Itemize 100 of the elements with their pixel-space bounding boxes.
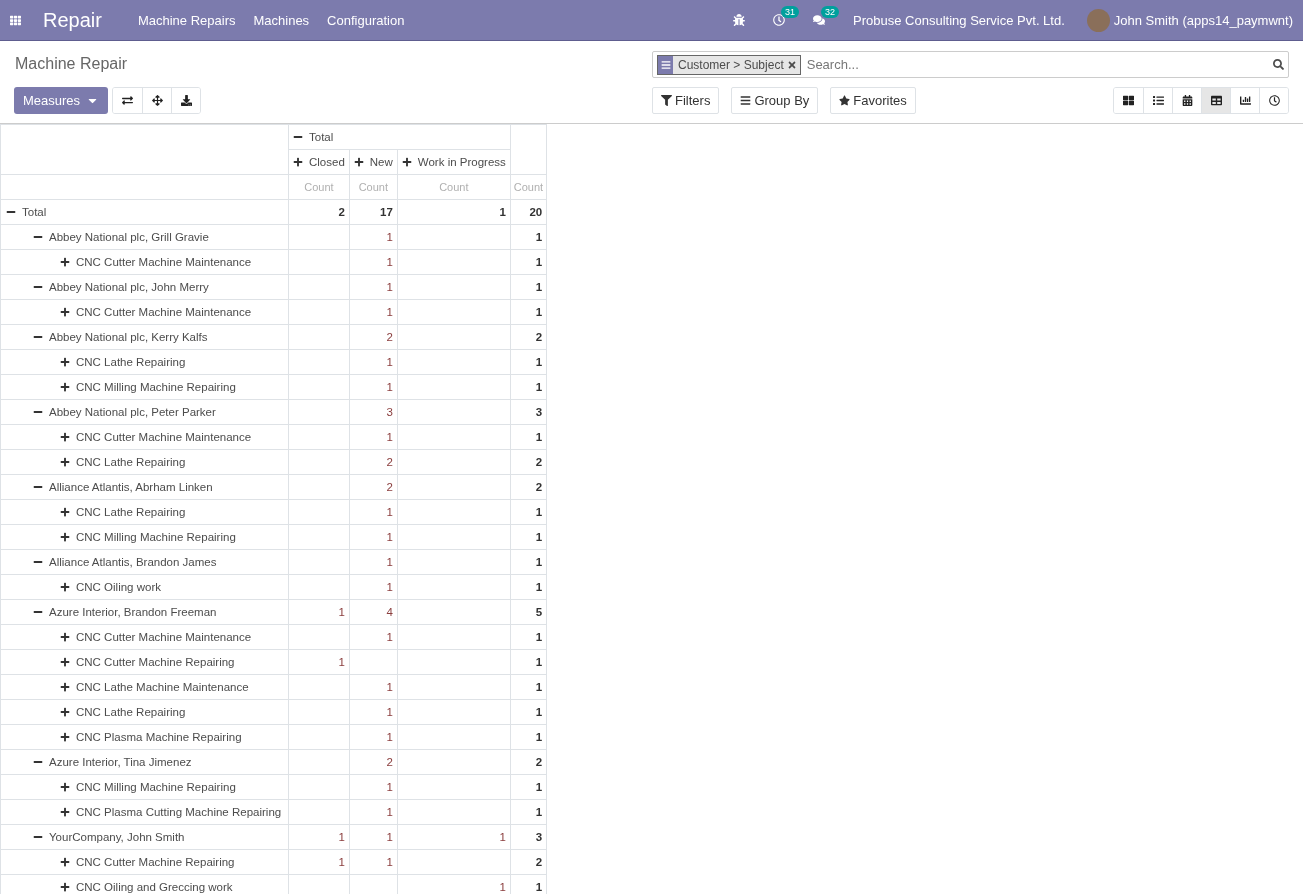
value-cell: 1: [349, 824, 398, 850]
value-cell: 1: [510, 524, 547, 550]
row-label: CNC Cutter Machine Maintenance: [76, 430, 252, 443]
plus-icon: [60, 431, 70, 442]
search-facet[interactable]: Customer > Subject: [657, 54, 801, 75]
value-cell: 1: [349, 799, 398, 825]
menu-item[interactable]: Configuration: [327, 12, 405, 28]
row-label: Total: [22, 205, 47, 218]
row-header[interactable]: Total: [0, 199, 289, 225]
header-label: New: [369, 155, 393, 168]
row-header[interactable]: CNC Cutter Machine Repairing: [0, 649, 289, 675]
row-header[interactable]: Abbey National plc, Grill Gravie: [0, 224, 289, 250]
header-label: Work in Progress: [417, 155, 506, 168]
kanban-view-icon: [1123, 95, 1134, 106]
app-name: Repair: [43, 8, 102, 32]
menu-item[interactable]: Machine Repairs: [137, 12, 236, 28]
company-name[interactable]: Probuse Consulting Service Pvt. Ltd.: [853, 12, 1065, 28]
value-cell: 1: [510, 249, 547, 275]
bug-icon[interactable]: [733, 14, 746, 26]
view-switch-button[interactable]: [1201, 88, 1230, 113]
clock-icon[interactable]: [773, 14, 786, 26]
view-switch-button[interactable]: [1259, 88, 1288, 113]
row-header[interactable]: Alliance Atlantis, Brandon James: [0, 549, 289, 575]
row-header[interactable]: CNC Cutter Machine Maintenance: [0, 424, 289, 450]
row-header[interactable]: CNC Milling Machine Repairing: [0, 374, 289, 400]
plus-icon: [401, 156, 412, 167]
row-header[interactable]: CNC Lathe Repairing: [0, 349, 289, 375]
row-header[interactable]: CNC Plasma Machine Repairing: [0, 724, 289, 750]
value-cell: 1: [288, 649, 350, 675]
value-cell: 1: [397, 199, 511, 225]
row-label: Azure Interior, Tina Jimenez: [49, 755, 192, 768]
plus-icon: [293, 156, 303, 167]
pivot-table-icon: [1210, 95, 1222, 106]
value-cell: 2: [349, 449, 398, 475]
row-label: CNC Oiling and Greccing work: [76, 880, 233, 893]
row-header[interactable]: Abbey National plc, Kerry Kalfs: [0, 324, 289, 350]
row-header[interactable]: Abbey National plc, John Merry: [0, 274, 289, 300]
value-cell: 2: [288, 199, 350, 225]
value-cell: 1: [349, 424, 398, 450]
row-header[interactable]: CNC Cutter Machine Maintenance: [0, 249, 289, 275]
column-header[interactable]: Total: [288, 124, 511, 150]
row-header[interactable]: YourCompany, John Smith: [0, 824, 289, 850]
row-label: CNC Cutter Machine Maintenance: [76, 255, 252, 268]
search-option-button[interactable]: Favorites: [830, 87, 916, 114]
row-header[interactable]: CNC Lathe Repairing: [0, 699, 289, 725]
value-cell: 3: [510, 824, 547, 850]
row-header[interactable]: CNC Cutter Machine Maintenance: [0, 624, 289, 650]
row-label: Abbey National plc, Peter Parker: [49, 405, 216, 418]
row-header[interactable]: CNC Lathe Repairing: [0, 449, 289, 475]
value-cell: 2: [510, 449, 547, 475]
chat-icon[interactable]: [813, 14, 826, 26]
download-button[interactable]: [171, 88, 201, 113]
column-header[interactable]: Work in Progress: [397, 149, 511, 175]
menu-item[interactable]: Machines: [253, 12, 310, 28]
row-label: Abbey National plc, Grill Gravie: [49, 230, 209, 243]
search-option-button[interactable]: Filters: [652, 87, 720, 114]
search-option-button[interactable]: Group By: [731, 87, 819, 114]
row-header[interactable]: CNC Cutter Machine Maintenance: [0, 299, 289, 325]
plus-icon: [60, 856, 70, 867]
measure-header: Count: [510, 174, 547, 200]
row-label: CNC Lathe Machine Maintenance: [76, 680, 249, 693]
row-header[interactable]: Alliance Atlantis, Abrham Linken: [0, 474, 289, 500]
search-field[interactable]: Customer > Subject Search...: [652, 51, 1289, 78]
clock-icon: [1268, 95, 1280, 106]
measures-button[interactable]: Measures: [14, 87, 109, 114]
row-label: CNC Plasma Cutting Machine Repairing: [76, 805, 282, 818]
plus-icon: [60, 256, 70, 267]
row-header[interactable]: CNC Plasma Cutting Machine Repairing: [0, 799, 289, 825]
value-cell: 1: [349, 674, 398, 700]
value-cell: 1: [349, 349, 398, 375]
row-header[interactable]: CNC Oiling work: [0, 574, 289, 600]
row-header[interactable]: Azure Interior, Brandon Freeman: [0, 599, 289, 625]
apps-menu-icon[interactable]: [10, 14, 21, 26]
value-cell: 2: [349, 474, 398, 500]
value-cell: 1: [349, 249, 398, 275]
row-header[interactable]: CNC Milling Machine Repairing: [0, 524, 289, 550]
row-label: Alliance Atlantis, Brandon James: [49, 555, 217, 568]
message-count-badge: 32: [821, 6, 840, 18]
row-label: Abbey National plc, Kerry Kalfs: [49, 330, 208, 343]
value-cell: 1: [349, 299, 398, 325]
value-cell: 4: [349, 599, 398, 625]
value-cell: 1: [510, 424, 547, 450]
row-header[interactable]: CNC Lathe Machine Maintenance: [0, 674, 289, 700]
row-header[interactable]: CNC Milling Machine Repairing: [0, 774, 289, 800]
row-header[interactable]: CNC Lathe Repairing: [0, 499, 289, 525]
row-header[interactable]: Azure Interior, Tina Jimenez: [0, 749, 289, 775]
close-icon[interactable]: [786, 59, 797, 70]
value-cell: 1: [349, 499, 398, 525]
search-icon[interactable]: [1273, 59, 1284, 70]
row-header[interactable]: CNC Oiling and Greccing work: [0, 874, 289, 894]
user-name[interactable]: John Smith (apps14_paymwnt): [1113, 12, 1293, 28]
row-header[interactable]: Abbey National plc, Peter Parker: [0, 399, 289, 425]
value-cell: 1: [510, 699, 547, 725]
value-cell: 1: [510, 499, 547, 525]
row-label: CNC Lathe Repairing: [76, 505, 186, 518]
activity-count-badge: 31: [781, 6, 800, 18]
row-label: CNC Milling Machine Repairing: [76, 530, 236, 543]
row-label: Azure Interior, Brandon Freeman: [49, 605, 217, 618]
filter-icon: [661, 95, 672, 106]
row-header[interactable]: CNC Cutter Machine Repairing: [0, 849, 289, 875]
